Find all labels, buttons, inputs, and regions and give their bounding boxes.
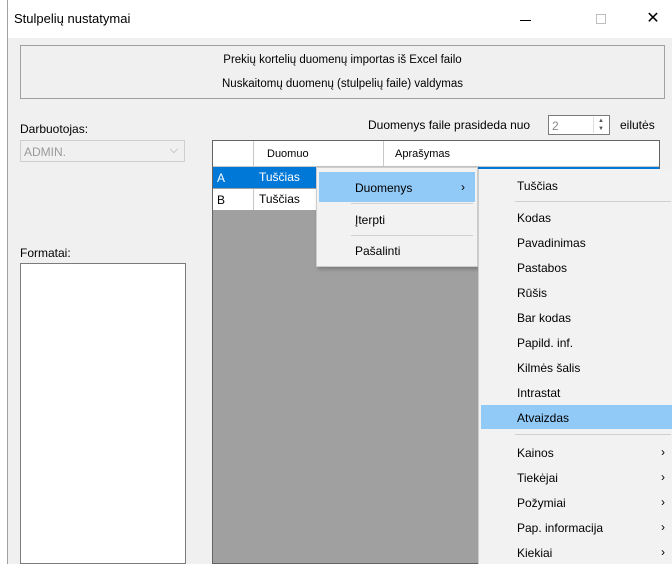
submenu-item-label: Kilmės šalis	[517, 361, 581, 375]
header-separator	[383, 141, 384, 166]
row-data-cell[interactable]: Tuščias	[254, 167, 317, 188]
submenu-item-extra-info[interactable]: Papild. inf.	[481, 330, 672, 354]
minimize-button[interactable]	[502, 0, 548, 38]
minimize-icon	[519, 19, 531, 21]
employee-select[interactable]: ADMIN. ⌵	[20, 140, 185, 162]
title-bar[interactable]: Stulpelių nustatymai ✕	[8, 0, 672, 38]
submenu-item-label: Tiekėjai	[517, 471, 558, 485]
column-header-data[interactable]: Duomuo	[267, 148, 309, 160]
table-row[interactable]: A Tuščias	[213, 167, 317, 188]
header-separator	[253, 141, 254, 166]
menu-item-label: Įterpti	[355, 213, 386, 227]
submenu-item-notes[interactable]: Pastabos	[481, 255, 672, 279]
submenu-item-image[interactable]: Atvaizdas	[481, 405, 672, 429]
submenu-item-additional-info[interactable]: Pap. informacija ›	[481, 515, 672, 539]
submenu-item-label: Pastabos	[517, 261, 568, 275]
start-row-suffix: eilutės	[620, 118, 655, 132]
submenu-item-label: Požymiai	[517, 496, 566, 510]
formats-label: Formatai:	[20, 246, 71, 260]
header-subtitle: Nuskaitomų duomenų (stulpelių faile) val…	[222, 78, 463, 90]
submenu-item-name[interactable]: Pavadinimas	[481, 230, 672, 254]
submenu-item-label: Kodas	[517, 211, 552, 225]
header-panel: Prekių kortelių duomenų importas iš Exce…	[20, 45, 665, 99]
spinner-buttons[interactable]: ▲ ▼	[593, 117, 608, 133]
submenu-item-quantities[interactable]: Kiekiai ›	[481, 540, 672, 564]
submenu-item-intrastat[interactable]: Intrastat	[481, 380, 672, 404]
maximize-icon	[596, 14, 606, 24]
header-title: Prekių kortelių duomenų importas iš Exce…	[223, 54, 462, 66]
submenu-arrow-icon: ›	[661, 545, 665, 559]
submenu-item-attributes[interactable]: Požymiai ›	[481, 490, 672, 514]
window-title: Stulpelių nustatymai	[14, 11, 131, 26]
submenu-item-label: Atvaizdas	[517, 411, 570, 425]
submenu-item-label: Intrastat	[517, 386, 561, 400]
submenu-item-code[interactable]: Kodas	[481, 205, 672, 229]
spin-up-icon[interactable]: ▲	[594, 117, 608, 125]
start-row-label: Duomenys faile prasideda nuo	[368, 118, 531, 132]
submenu-arrow-icon: ›	[661, 495, 665, 509]
submenu-arrow-icon: ›	[661, 470, 665, 484]
submenu-item-label: Tuščias	[517, 179, 558, 193]
menu-item-label: Pašalinti	[355, 244, 401, 258]
menu-separator	[515, 434, 671, 435]
row-data[interactable]: Tuščias	[259, 192, 300, 206]
submenu-item-label: Kainos	[517, 446, 554, 460]
row-data: Tuščias	[259, 170, 300, 184]
employee-label: Darbuotojas:	[20, 122, 89, 136]
row-letter: B	[217, 193, 226, 207]
chevron-down-icon: ⌵	[169, 144, 178, 156]
employee-value: ADMIN.	[24, 145, 66, 159]
close-icon: ✕	[646, 10, 660, 27]
context-menu: Duomenys › Įterpti Pašalinti	[316, 167, 478, 267]
submenu-arrow-icon: ›	[661, 520, 665, 534]
window-edge	[7, 0, 8, 564]
row-letter-cell[interactable]: A	[213, 167, 254, 188]
table-row[interactable]: B Tuščias	[213, 189, 317, 210]
submenu-item-label: Pavadinimas	[517, 236, 586, 250]
submenu-item-barcode[interactable]: Bar kodas	[481, 305, 672, 329]
menu-item-insert[interactable]: Įterpti	[319, 204, 475, 234]
formats-list[interactable]	[20, 263, 186, 564]
submenu-item-origin-country[interactable]: Kilmės šalis	[481, 355, 672, 379]
column-header-description[interactable]: Aprašymas	[395, 148, 450, 160]
menu-separator	[515, 201, 671, 202]
submenu-item-empty[interactable]: Tuščias	[481, 173, 672, 197]
start-row-value: 2	[552, 119, 559, 133]
submenu-item-label: Kiekiai	[517, 546, 553, 560]
submenu-item-type[interactable]: Rūšis	[481, 280, 672, 304]
submenu-item-label: Bar kodas	[517, 311, 572, 325]
close-button[interactable]: ✕	[630, 0, 672, 38]
start-row-spinner[interactable]: 2 ▲ ▼	[548, 115, 610, 135]
menu-item-data[interactable]: Duomenys ›	[319, 172, 475, 202]
submenu-arrow-icon: ›	[661, 445, 665, 459]
spin-down-icon[interactable]: ▼	[594, 125, 608, 133]
maximize-button[interactable]	[578, 0, 624, 38]
submenu-item-label: Rūšis	[517, 286, 548, 300]
submenu-item-label: Papild. inf.	[517, 336, 574, 350]
data-submenu: Tuščias Kodas Pavadinimas Pastabos Rūšis…	[478, 169, 672, 564]
cell-separator	[253, 189, 254, 210]
grid-header: Duomuo Aprašymas	[213, 141, 659, 167]
menu-item-delete[interactable]: Pašalinti	[319, 235, 475, 265]
row-letter: A	[217, 171, 226, 185]
submenu-item-prices[interactable]: Kainos ›	[481, 440, 672, 464]
submenu-arrow-icon: ›	[461, 180, 465, 194]
submenu-item-suppliers[interactable]: Tiekėjai ›	[481, 465, 672, 489]
menu-item-label: Duomenys	[355, 181, 413, 195]
submenu-item-label: Pap. informacija	[517, 521, 604, 535]
